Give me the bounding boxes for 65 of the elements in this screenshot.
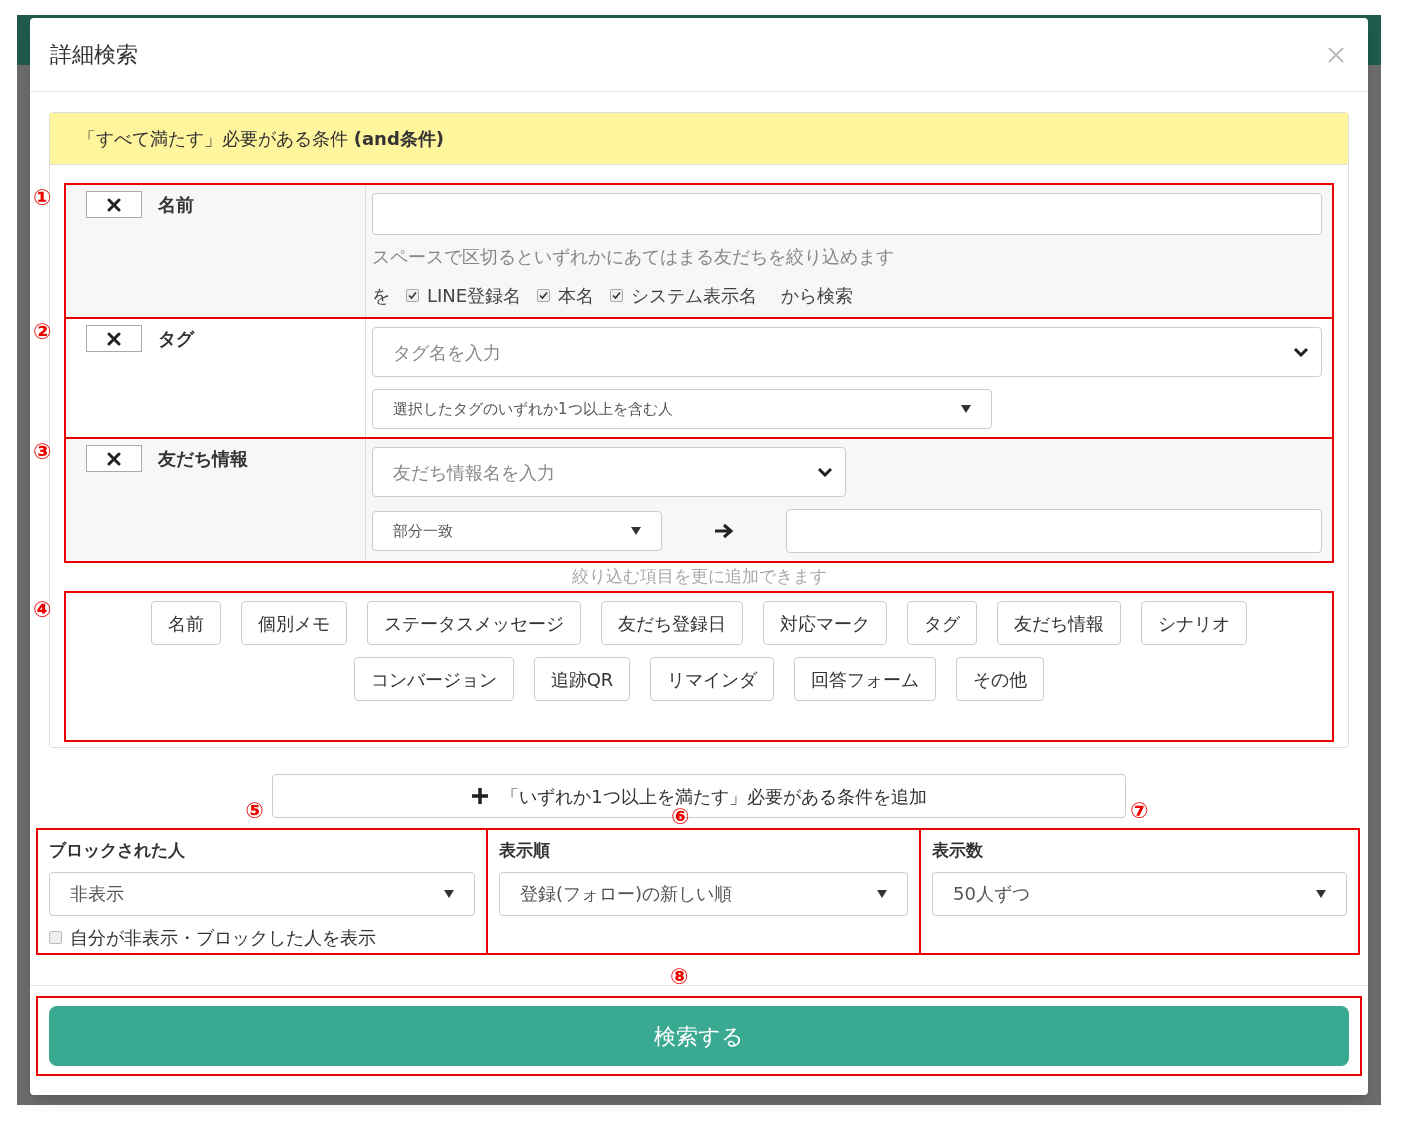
dialog-title: 詳細検索 [50,41,138,69]
annotation-number: ⑦ [1130,800,1149,822]
add-field-button[interactable]: 名前 [151,601,221,645]
close-icon [107,451,121,466]
select-dropdown[interactable]: 登録(フォロー)の新しい順 [499,871,908,916]
remove-button[interactable] [86,325,142,352]
checkbox-label: LINE登録名 [427,284,522,308]
annotation-number: ⑤ [245,800,264,822]
select-dropdown[interactable]: 非表示 [49,871,475,916]
close-icon [107,331,121,346]
checkbox-label: システム表示名 [631,284,758,308]
checkbox[interactable] [406,289,419,302]
plus-icon [471,787,490,805]
caret-icon [1316,889,1326,898]
checkbox[interactable] [610,289,624,302]
chevron-down-icon [1293,347,1309,357]
add-field-button[interactable]: シナリオ [1141,601,1247,645]
select-dropdown[interactable]: 選択したタグのいずれか1つ以上を含む人 [372,389,992,429]
add-field-button[interactable]: その他 [956,657,1045,701]
setting-label: 表示数 [932,839,984,862]
add-field-button[interactable]: 対応マーク [763,601,887,645]
add-field-button[interactable]: 友だち情報 [997,601,1121,645]
annotation-number: ② [33,321,52,343]
select-dropdown[interactable]: 部分一致 [372,511,662,551]
annotation-number: ① [33,187,52,209]
hint-text: スペースで区切るといずれかにあてはまる友だちを絞り込めます [372,245,895,269]
add-field-button[interactable]: 追跡QR [533,657,631,701]
remove-button[interactable] [86,445,142,472]
checkbox[interactable] [49,930,62,944]
combo-field[interactable]: タグ名を入力 [372,327,1322,377]
condition-label: タグ [158,327,194,351]
close-icon [107,197,121,212]
add-field-button[interactable]: 回答フォーム [794,657,937,701]
name-input[interactable] [372,193,1322,235]
caret-icon [631,527,641,535]
suffix-text: から検索 [781,284,854,308]
condition-label: 名前 [158,193,194,217]
caret-icon [961,405,971,413]
checkbox-label: 自分が非表示・ブロックした人を表示 [70,925,376,950]
annotation-number: ③ [33,441,52,463]
caret-icon [444,889,454,898]
annotation-number: ⑧ [670,966,689,988]
chevron-down-icon [817,467,833,477]
add-field-button[interactable]: リマインダ [650,657,775,701]
value-input[interactable] [786,509,1322,553]
select-dropdown[interactable]: 50人ずつ [932,871,1347,916]
add-field-button[interactable]: コンバージョン [353,657,514,701]
caret-icon [877,889,887,898]
remove-button[interactable] [86,191,142,218]
add-field-button[interactable]: タグ [907,601,977,645]
checkbox-label: 本名 [558,284,595,308]
checkbox[interactable] [537,289,551,302]
condition-label: 友だち情報 [158,447,248,471]
setting-label: 表示順 [499,839,551,862]
annotation-number: ④ [33,599,52,621]
add-field-button[interactable]: 友だち登録日 [601,601,743,645]
panel-heading: 「すべて満たす」必要がある条件 (and条件) [78,127,445,151]
add-hint-text: 絞り込む項目を更に追加できます [571,565,827,589]
arrow-right-icon [714,523,734,539]
setting-label: ブロックされた人 [49,839,186,862]
combo-field[interactable]: 友だち情報名を入力 [372,447,846,497]
prefix-text: を [372,284,390,308]
add-field-button[interactable]: ステータスメッセージ [367,601,581,645]
close-icon [1328,46,1344,63]
add-field-button[interactable]: 個別メモ [241,601,347,645]
